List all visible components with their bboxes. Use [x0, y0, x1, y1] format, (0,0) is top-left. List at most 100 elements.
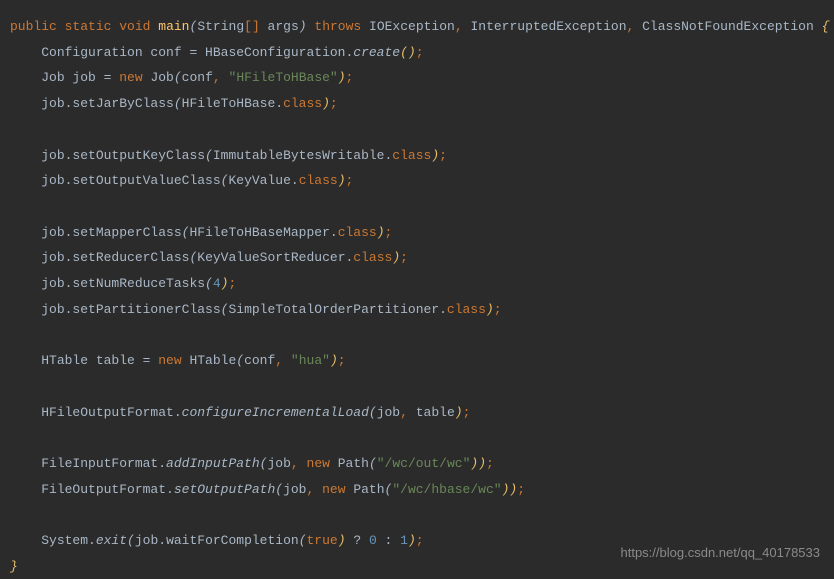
kw-new: new	[158, 353, 181, 368]
semi: ;	[517, 482, 525, 497]
semi: ;	[439, 148, 447, 163]
paren: (	[205, 148, 213, 163]
num-1: 1	[400, 533, 408, 548]
paren: )	[338, 533, 346, 548]
kw-void: void	[119, 19, 150, 34]
line-okey: job.setOutputKeyClass	[41, 148, 205, 163]
semi: ;	[416, 45, 424, 60]
semi: ;	[330, 96, 338, 111]
paren: )	[330, 353, 338, 368]
paren: )	[431, 148, 439, 163]
line-conf: Configuration conf = HBaseConfiguration.	[41, 45, 353, 60]
line-numreduce: job.setNumReduceTasks	[41, 276, 205, 291]
paren: )	[392, 250, 400, 265]
brace-close: }	[10, 559, 18, 574]
semi: ;	[346, 70, 354, 85]
kw-throws: throws	[314, 19, 361, 34]
arg-conf: conf	[244, 353, 275, 368]
line-oval: job.setOutputValueClass	[41, 173, 220, 188]
type-string: String	[197, 19, 244, 34]
kw-class: class	[299, 173, 338, 188]
str-hua: "hua"	[291, 353, 330, 368]
paren: (	[369, 456, 377, 471]
paren: (	[205, 276, 213, 291]
paren: )	[408, 533, 416, 548]
kw-class: class	[353, 250, 392, 265]
kw-class: class	[283, 96, 322, 111]
param-args: args	[260, 19, 299, 34]
kw-public: public	[10, 19, 57, 34]
paren: (	[275, 482, 283, 497]
comma: ,	[455, 19, 463, 34]
ex-io: IOException	[369, 19, 455, 34]
line-mapper: job.setMapperClass	[41, 225, 181, 240]
semi: ;	[463, 405, 471, 420]
semi: ;	[385, 225, 393, 240]
htable-ctor: HTable	[182, 353, 237, 368]
str-hfile: "HFileToHBase"	[229, 70, 338, 85]
bracket: [	[244, 19, 252, 34]
kw-class: class	[447, 302, 486, 317]
arg-job: job	[267, 456, 290, 471]
line-job-pre: Job job =	[41, 70, 119, 85]
m-setoutput: setOutputPath	[174, 482, 275, 497]
watermark: https://blog.csdn.net/qq_40178533	[621, 540, 821, 566]
cls-part: SimpleTotalOrderPartitioner.	[228, 302, 446, 317]
paren: (	[369, 405, 377, 420]
cls-reducer: KeyValueSortReducer.	[197, 250, 353, 265]
ex-interrupted: InterruptedException	[470, 19, 626, 34]
ex-cnf: ClassNotFoundException	[642, 19, 814, 34]
paren: )	[455, 405, 463, 420]
m-cil: configureIncrementalLoad	[182, 405, 369, 420]
semi: ;	[338, 353, 346, 368]
m-create: create	[353, 45, 400, 60]
comma: ,	[213, 70, 221, 85]
paren: (	[236, 353, 244, 368]
paren: )	[322, 96, 330, 111]
num-4: 4	[213, 276, 221, 291]
path-ctor: Path	[330, 456, 369, 471]
cls-mapper: HFileToHBaseMapper.	[189, 225, 337, 240]
wait: job.waitForCompletion	[135, 533, 299, 548]
path-ctor: Path	[346, 482, 385, 497]
comma: ,	[275, 353, 283, 368]
arg-job: job	[377, 405, 400, 420]
line-reducer: job.setReducerClass	[41, 250, 189, 265]
paren: )	[478, 456, 486, 471]
bracket: ]	[252, 19, 260, 34]
comma: ,	[306, 482, 314, 497]
line-jar: job.setJarByClass	[41, 96, 174, 111]
kw-new: new	[307, 456, 330, 471]
paren: (	[299, 533, 307, 548]
paren: )	[338, 70, 346, 85]
cls-hfile: HFileToHBase.	[182, 96, 283, 111]
semi: ;	[346, 173, 354, 188]
cls-kv: KeyValue.	[228, 173, 298, 188]
kw-class: class	[338, 225, 377, 240]
method-main: main	[158, 19, 189, 34]
m-addinput: addInputPath	[166, 456, 260, 471]
kw-static: static	[65, 19, 112, 34]
code-block: public static void main ( String[] args) t…	[10, 14, 824, 579]
line-hfof: HFileOutputFormat.	[41, 405, 181, 420]
job-ctor: Job	[143, 70, 174, 85]
semi: ;	[494, 302, 502, 317]
comma: ,	[291, 456, 299, 471]
paren: (	[174, 96, 182, 111]
ternary-c: :	[377, 533, 400, 548]
str-inpath: "/wc/out/wc"	[377, 456, 471, 471]
num-0: 0	[369, 533, 377, 548]
ternary-q: ?	[346, 533, 369, 548]
m-exit: exit	[96, 533, 127, 548]
paren: (	[127, 533, 135, 548]
line-fif: FileInputFormat.	[41, 456, 166, 471]
paren: (	[174, 70, 182, 85]
kw-true: true	[307, 533, 338, 548]
semi: ;	[400, 250, 408, 265]
kw-new: new	[119, 70, 142, 85]
comma: ,	[627, 19, 635, 34]
line-fof: FileOutputFormat.	[41, 482, 174, 497]
line-sys: System.	[41, 533, 96, 548]
paren: )	[377, 225, 385, 240]
cls-ibw: ImmutableBytesWritable.	[213, 148, 392, 163]
